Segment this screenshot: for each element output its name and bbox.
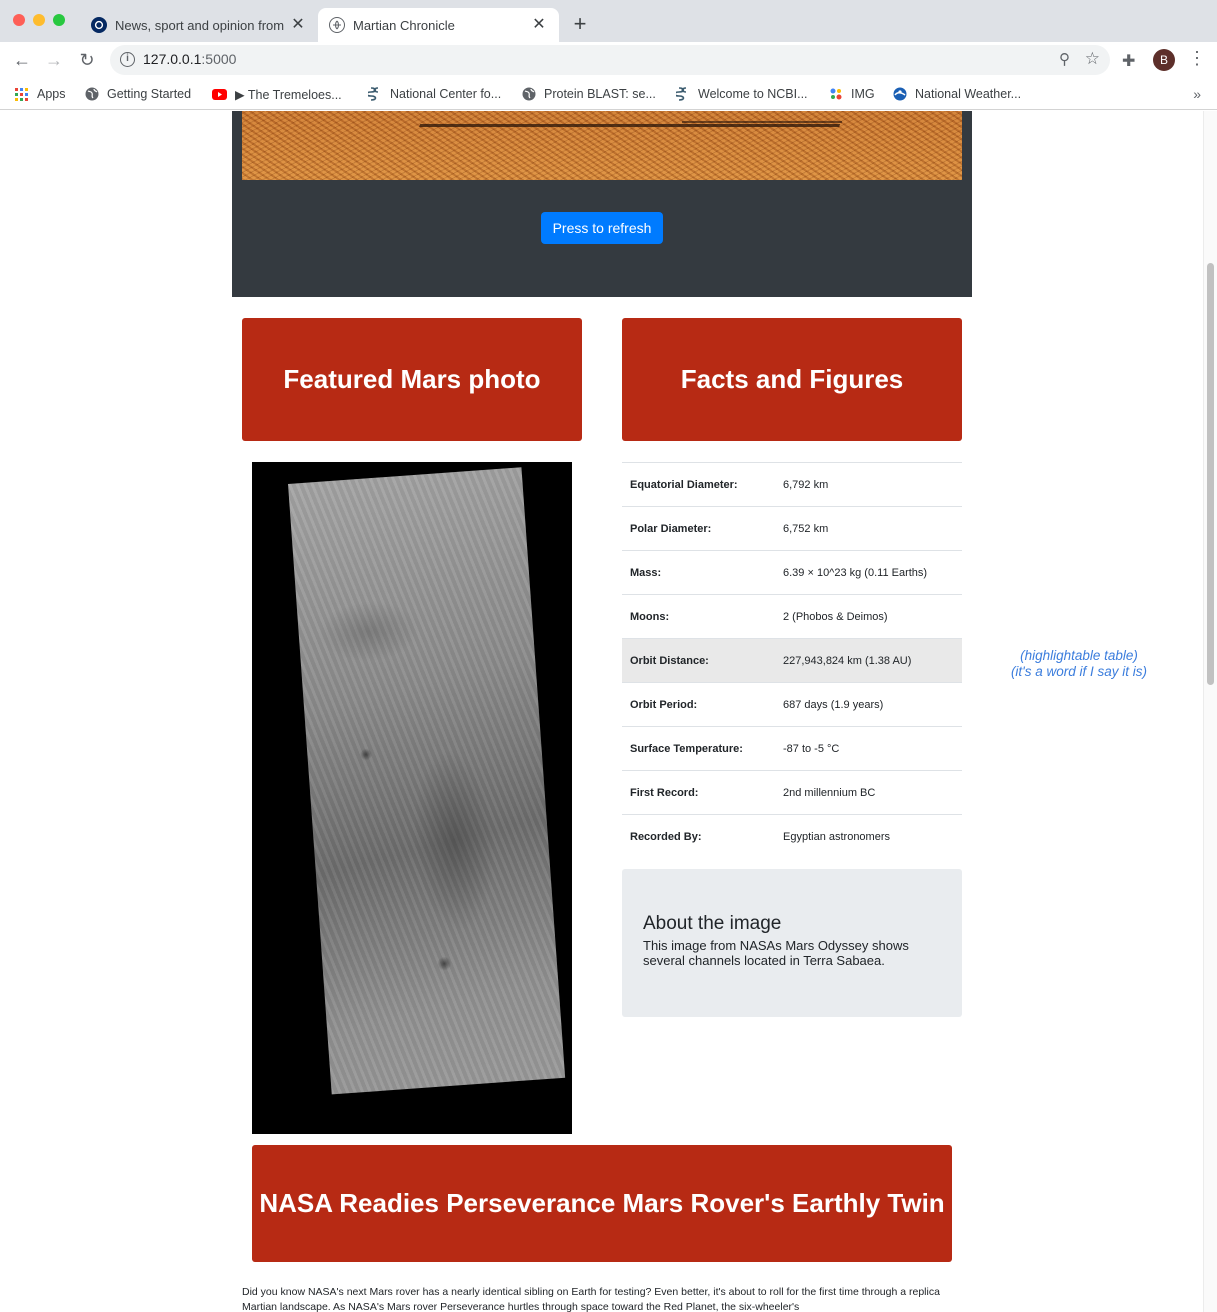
fact-value: 6.39 × 10^23 kg (0.11 Earths)	[775, 550, 962, 595]
close-window-button[interactable]	[13, 14, 25, 26]
zoom-icon[interactable]: ⚲	[1059, 50, 1070, 68]
fact-value: 227,943,824 km (1.38 AU)	[775, 638, 962, 683]
fact-value: 687 days (1.9 years)	[775, 682, 962, 727]
fact-label: Recorded By:	[622, 814, 775, 859]
minimize-window-button[interactable]	[33, 14, 45, 26]
forward-arrow-icon[interactable]: →	[42, 48, 66, 72]
table-row-highlighted[interactable]: Orbit Distance: 227,943,824 km (1.38 AU)	[622, 638, 962, 683]
browser-menu-icon[interactable]: ⋮	[1188, 48, 1206, 69]
table-row[interactable]: Equatorial Diameter: 6,792 km	[622, 462, 962, 507]
globe-icon	[329, 17, 345, 33]
fact-label: Mass:	[622, 550, 775, 595]
bookmark-star-icon[interactable]: ☆	[1085, 49, 1100, 69]
hero-section: Press to refresh	[232, 111, 972, 297]
bookmarks-bar: Apps Getting Started ▶ The Tremeloes... …	[0, 78, 1217, 110]
featured-photo-header: Featured Mars photo	[242, 318, 582, 441]
fact-value: 2nd millennium BC	[775, 770, 962, 815]
featured-mars-photo	[252, 462, 572, 1134]
new-tab-button[interactable]: +	[568, 12, 592, 36]
fact-label: Orbit Distance:	[622, 638, 775, 683]
facts-header: Facts and Figures	[622, 318, 962, 441]
browser-toolbar: ← → ↻ i 127.0.0.1:5000 ⚲ ☆ ✚ B ⋮	[0, 42, 1217, 78]
about-image-card: About the image This image from NASAs Ma…	[622, 869, 962, 1017]
news-title[interactable]: NASA Readies Perseverance Mars Rover's E…	[252, 1145, 952, 1262]
bookmark-ncbi-national-center[interactable]: National Center fo...	[367, 84, 501, 104]
fact-value: 2 (Phobos & Deimos)	[775, 594, 962, 639]
profile-avatar[interactable]: B	[1153, 49, 1175, 71]
ncbi-icon	[367, 87, 382, 102]
bookmark-apps[interactable]: Apps	[14, 84, 66, 104]
fact-label: Orbit Period:	[622, 682, 775, 727]
url-text[interactable]: 127.0.0.1:5000	[143, 51, 236, 67]
noaa-icon	[892, 87, 907, 102]
close-tab-icon[interactable]: ✕	[290, 17, 306, 33]
fact-value: 6,752 km	[775, 506, 962, 551]
fact-value: -87 to -5 °C	[775, 726, 962, 771]
fact-label: Surface Temperature:	[622, 726, 775, 771]
table-row[interactable]: First Record: 2nd millennium BC	[622, 770, 962, 815]
refresh-button[interactable]: Press to refresh	[541, 212, 663, 244]
fact-value: 6,792 km	[775, 462, 962, 507]
fact-label: Equatorial Diameter:	[622, 462, 775, 507]
tab-title: News, sport and opinion from the Guardia…	[115, 17, 284, 33]
hero-mars-image	[242, 111, 962, 180]
globe-icon	[84, 87, 99, 102]
table-row[interactable]: Moons: 2 (Phobos & Deimos)	[622, 594, 962, 639]
maximize-window-button[interactable]	[53, 14, 65, 26]
fact-value: Egyptian astronomers	[775, 814, 962, 859]
ncbi-icon	[675, 87, 690, 102]
close-tab-icon[interactable]: ✕	[531, 17, 547, 33]
table-row[interactable]: Recorded By: Egyptian astronomers	[622, 814, 962, 859]
bookmark-tremeloes[interactable]: ▶ The Tremeloes...	[212, 84, 342, 104]
more-bookmarks-icon[interactable]: »	[1193, 86, 1201, 102]
bookmark-protein-blast[interactable]: Protein BLAST: se...	[521, 84, 656, 104]
extensions-puzzle-icon[interactable]: ✚	[1122, 51, 1135, 71]
guardian-favicon-icon	[91, 17, 107, 33]
table-note-line: (it's a word if I say it is)	[1010, 664, 1148, 679]
table-row[interactable]: Mass: 6.39 × 10^23 kg (0.11 Earths)	[622, 550, 962, 595]
table-row[interactable]: Polar Diameter: 6,752 km	[622, 506, 962, 551]
rover-shadow	[682, 111, 842, 123]
back-arrow-icon[interactable]: ←	[10, 48, 34, 72]
about-heading: About the image	[643, 913, 782, 934]
tab-martian-chronicle[interactable]: Martian Chronicle ✕	[318, 8, 559, 42]
page-viewport: Press to refresh Featured Mars photo Fac…	[0, 111, 1217, 1312]
reload-icon[interactable]: ↻	[75, 48, 99, 72]
globe-icon	[521, 87, 536, 102]
fact-label: Polar Diameter:	[622, 506, 775, 551]
mars-surface-strip	[288, 467, 566, 1095]
fact-label: Moons:	[622, 594, 775, 639]
address-bar[interactable]: i 127.0.0.1:5000 ⚲ ☆	[110, 45, 1110, 75]
scrollbar-thumb[interactable]	[1207, 263, 1214, 685]
about-text: This image from NASAs Mars Odyssey shows…	[643, 938, 909, 968]
bookmark-img[interactable]: IMG	[828, 84, 875, 104]
table-row[interactable]: Orbit Period: 687 days (1.9 years)	[622, 682, 962, 727]
tab-title: Martian Chronicle	[353, 17, 455, 33]
facts-table: Equatorial Diameter: 6,792 km Polar Diame…	[622, 462, 962, 859]
table-note: (highlightable table) (it's a word if I …	[980, 648, 1178, 680]
bookmark-national-weather[interactable]: National Weather...	[892, 84, 1021, 104]
bookmark-getting-started[interactable]: Getting Started	[84, 84, 191, 104]
table-row[interactable]: Surface Temperature: -87 to -5 °C	[622, 726, 962, 771]
img-dots-icon	[828, 87, 843, 102]
youtube-icon	[212, 87, 227, 102]
apps-grid-icon	[14, 87, 29, 102]
tab-strip: News, sport and opinion from the Guardia…	[0, 0, 1217, 42]
bookmark-welcome-ncbi[interactable]: Welcome to NCBI...	[675, 84, 808, 104]
news-paragraph: Did you know NASA's next Mars rover has …	[242, 1286, 940, 1312]
tab-guardian[interactable]: News, sport and opinion from the Guardia…	[80, 8, 318, 42]
site-info-icon[interactable]: i	[120, 52, 135, 67]
fact-label: First Record:	[622, 770, 775, 815]
table-note-line: (highlightable table)	[1020, 648, 1138, 663]
